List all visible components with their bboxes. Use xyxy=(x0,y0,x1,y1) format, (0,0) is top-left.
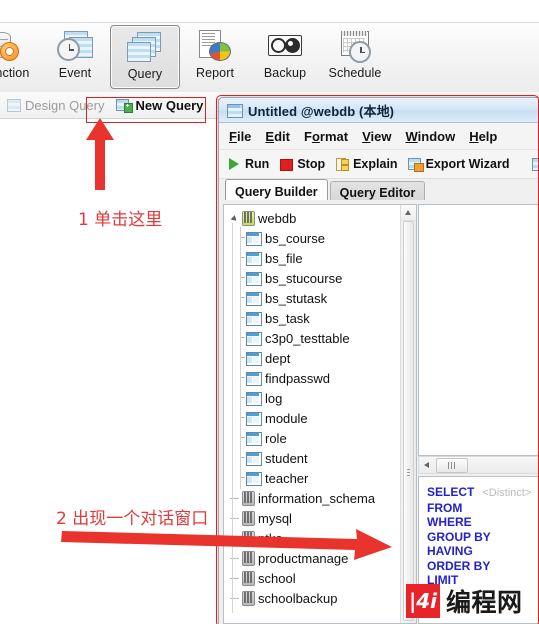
toolbar-label-event: Event xyxy=(58,66,92,80)
schedule-icon xyxy=(335,29,375,63)
function-icon xyxy=(0,29,25,63)
backup-icon xyxy=(265,29,305,63)
design-query-icon xyxy=(6,98,21,112)
arrow-up-to-new-query xyxy=(86,118,114,190)
toolbar-button-query[interactable]: Query xyxy=(110,25,180,89)
toolbar-button-event[interactable]: Event xyxy=(40,25,110,89)
toolbar-button-function[interactable]: Function xyxy=(0,25,40,89)
screenshot-root: FunctionEventQueryReportBackupSchedule D… xyxy=(0,0,539,624)
toolbar-button-schedule[interactable]: Schedule xyxy=(320,25,390,89)
report-icon xyxy=(195,29,235,63)
annotation-step-1: 1 单击这里 xyxy=(78,210,163,230)
new-query-highlight-box xyxy=(86,97,206,123)
event-icon xyxy=(55,29,95,63)
main-toolbar: Function Event Query Report Backup Schedule xyxy=(0,22,539,94)
query-icon xyxy=(125,30,165,64)
toolbar-label-schedule: Schedule xyxy=(328,66,382,80)
dialog-highlight-box xyxy=(216,95,539,624)
toolbar-label-backup: Backup xyxy=(263,66,307,80)
annotation-step-2: 2 出现一个对话窗口 xyxy=(56,509,209,529)
toolbar-button-report[interactable]: Report xyxy=(180,25,250,89)
main-toolbar-items: Function Event Query Report Backup Schedule xyxy=(0,23,390,93)
watermark-logo: |4i xyxy=(406,584,440,618)
watermark: |4i 编程网 xyxy=(406,583,523,619)
toolbar-label-report: Report xyxy=(195,66,235,80)
watermark-text: 编程网 xyxy=(446,588,523,617)
toolbar-button-backup[interactable]: Backup xyxy=(250,25,320,89)
toolbar-label-function: Function xyxy=(0,66,30,80)
toolbar-label-query: Query xyxy=(127,67,163,81)
